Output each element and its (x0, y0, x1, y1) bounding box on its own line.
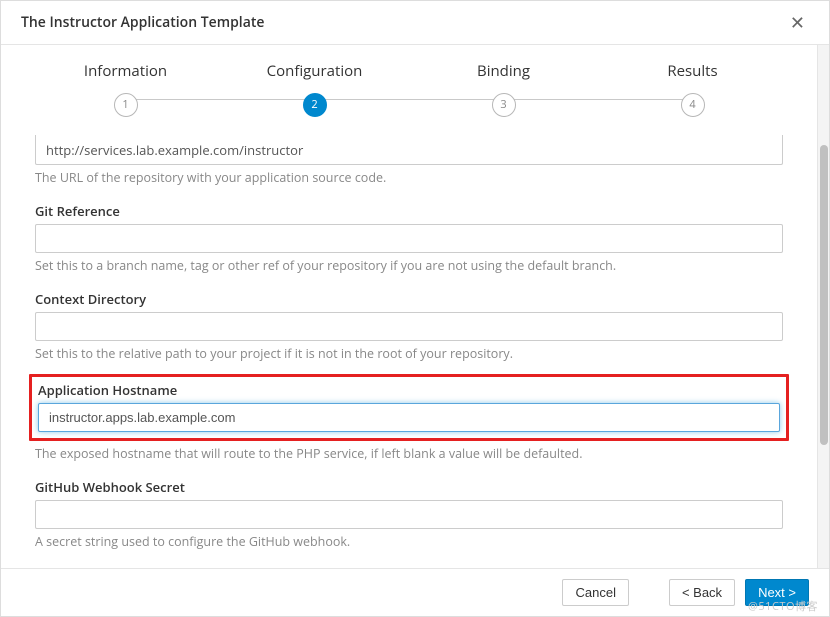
help-text: Set this to a branch name, tag or other … (35, 257, 783, 274)
field-context-directory: Context Directory Set this to the relati… (35, 290, 783, 362)
step-number-icon: 3 (492, 93, 516, 117)
help-text: Set this to the relative path to your pr… (35, 345, 783, 362)
help-text: The URL of the repository with your appl… (35, 169, 783, 186)
field-github-webhook-secret: GitHub Webhook Secret A secret string us… (35, 478, 783, 550)
field-application-hostname: Application Hostname The exposed hostnam… (35, 374, 783, 462)
step-label: Results (598, 61, 787, 81)
cancel-button[interactable]: Cancel (562, 579, 628, 606)
repo-url-input[interactable]: http://services.lab.example.com/instruct… (35, 135, 783, 165)
wizard-step-binding[interactable]: Binding 3 (409, 61, 598, 117)
field-label: GitHub Webhook Secret (35, 478, 783, 496)
git-reference-input[interactable] (35, 224, 783, 253)
wizard-step-results[interactable]: Results 4 (598, 61, 787, 117)
wizard-steps: Information 1 Configuration 2 Binding 3 … (1, 45, 817, 137)
help-text: A secret string used to configure the Gi… (35, 533, 783, 550)
form-area: http://services.lab.example.com/instruct… (1, 135, 817, 569)
modal-header: The Instructor Application Template ✕ (1, 1, 829, 45)
step-label: Information (31, 61, 220, 81)
close-button[interactable]: ✕ (786, 14, 809, 32)
wizard-step-information[interactable]: Information 1 (31, 61, 220, 117)
modal-body-wrap: Information 1 Configuration 2 Binding 3 … (1, 45, 829, 568)
wizard-step-configuration[interactable]: Configuration 2 (220, 61, 409, 117)
step-number-icon: 4 (681, 93, 705, 117)
application-hostname-input[interactable] (38, 403, 780, 432)
watermark-text: @51CTO博客 (748, 598, 818, 614)
field-label: Context Directory (35, 290, 783, 308)
modal-footer: Cancel < Back Next > (1, 568, 829, 616)
field-label: Git Reference (35, 202, 783, 220)
github-webhook-secret-input[interactable] (35, 500, 783, 529)
scrollbar[interactable] (817, 45, 829, 568)
back-button[interactable]: < Back (669, 579, 735, 606)
modal-dialog: The Instructor Application Template ✕ In… (0, 0, 830, 617)
step-connector (126, 99, 315, 100)
field-git-reference: Git Reference Set this to a branch name,… (35, 202, 783, 274)
field-repo-url: http://services.lab.example.com/instruct… (35, 135, 783, 186)
context-directory-input[interactable] (35, 312, 783, 341)
step-label: Binding (409, 61, 598, 81)
step-label: Configuration (220, 61, 409, 81)
step-connector (504, 99, 693, 100)
scroll-thumb[interactable] (820, 145, 828, 445)
help-text: The exposed hostname that will route to … (35, 445, 783, 462)
close-icon: ✕ (790, 13, 805, 33)
step-number-icon: 1 (114, 93, 138, 117)
field-label: Application Hostname (38, 381, 780, 399)
highlight-annotation: Application Hostname (29, 374, 789, 441)
step-number-icon: 2 (303, 93, 327, 117)
step-connector (315, 99, 504, 100)
modal-title: The Instructor Application Template (21, 13, 264, 32)
modal-body: Information 1 Configuration 2 Binding 3 … (1, 45, 817, 568)
